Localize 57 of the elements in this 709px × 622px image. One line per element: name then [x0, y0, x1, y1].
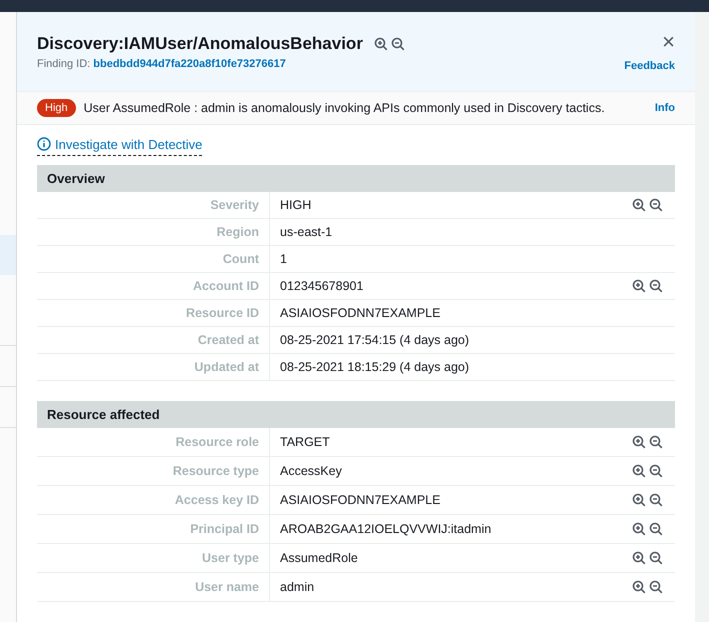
field-value: admin [280, 580, 314, 594]
field-label: Resource role [176, 435, 259, 449]
field-value: TARGET [280, 435, 330, 449]
field-value: 08-25-2021 17:54:15 (4 days ago) [280, 333, 470, 347]
field-label: Count [222, 252, 259, 266]
section-header: Resource affected [37, 401, 675, 428]
feedback-link[interactable]: Feedback [624, 60, 675, 72]
field-label: Severity [210, 198, 259, 212]
zoom-in-icon[interactable] [632, 279, 646, 293]
zoom-in-icon[interactable] [632, 493, 646, 507]
field-label: Updated at [194, 360, 259, 374]
section-header: Overview [37, 165, 675, 192]
zoom-out-icon[interactable] [649, 522, 663, 536]
zoom-out-icon[interactable] [649, 551, 663, 565]
finding-description: User AssumedRole : admin is anomalously invoking APIs commonly used in Discovery tactics. [84, 100, 606, 115]
zoom-out-icon[interactable] [649, 493, 663, 507]
list-row-highlight [0, 235, 16, 275]
zoom-out-icon[interactable] [649, 198, 663, 212]
field-value: AROAB2GAA12IOELQVVWIJ:itadmin [280, 522, 492, 536]
zoom-out-icon[interactable] [649, 435, 663, 449]
info-icon [37, 137, 51, 151]
zoom-in-icon[interactable] [632, 198, 646, 212]
field-label: Access key ID [174, 493, 259, 507]
zoom-in-icon[interactable] [632, 551, 646, 565]
field-value: AccessKey [280, 464, 342, 478]
severity-badge: High [37, 98, 76, 117]
zoom-out-icon[interactable] [390, 37, 405, 51]
field-value: 1 [280, 252, 287, 266]
close-button[interactable]: × [662, 32, 675, 52]
field-label: Region [216, 225, 259, 239]
field-value: 012345678901 [280, 279, 364, 293]
zoom-out-icon[interactable] [649, 279, 663, 293]
finding-id-link[interactable]: bbedbdd944d7fa220a8f10fe73276617 [93, 58, 286, 70]
field-value: HIGH [280, 198, 312, 212]
field-value: ASIAIOSFODNN7EXAMPLE [280, 306, 440, 320]
zoom-in-icon[interactable] [632, 580, 646, 594]
finding-id-label: Finding ID: [37, 58, 90, 70]
investigate-link[interactable]: Investigate with Detective [37, 136, 202, 156]
field-label: User type [202, 551, 259, 565]
info-link[interactable]: Info [654, 102, 675, 114]
field-value: us-east-1 [280, 225, 332, 239]
field-value: AssumedRole [280, 551, 358, 565]
zoom-out-icon[interactable] [649, 464, 663, 478]
field-label: Account ID [193, 279, 259, 293]
field-label: Principal ID [190, 522, 259, 536]
field-value: ASIAIOSFODNN7EXAMPLE [280, 493, 440, 507]
field-label: Created at [198, 333, 259, 347]
zoom-in-icon[interactable] [632, 522, 646, 536]
zoom-in-icon[interactable] [374, 37, 388, 51]
field-label: Resource type [172, 464, 259, 478]
field-value: 08-25-2021 18:15:29 (4 days ago) [280, 360, 470, 374]
zoom-out-icon[interactable] [649, 580, 663, 594]
field-label: User name [195, 580, 259, 594]
field-label: Resource ID [186, 306, 259, 320]
finding-title: Discovery:IAMUser/AnomalousBehavior [37, 34, 363, 54]
zoom-in-icon[interactable] [632, 464, 646, 478]
zoom-in-icon[interactable] [632, 435, 646, 449]
